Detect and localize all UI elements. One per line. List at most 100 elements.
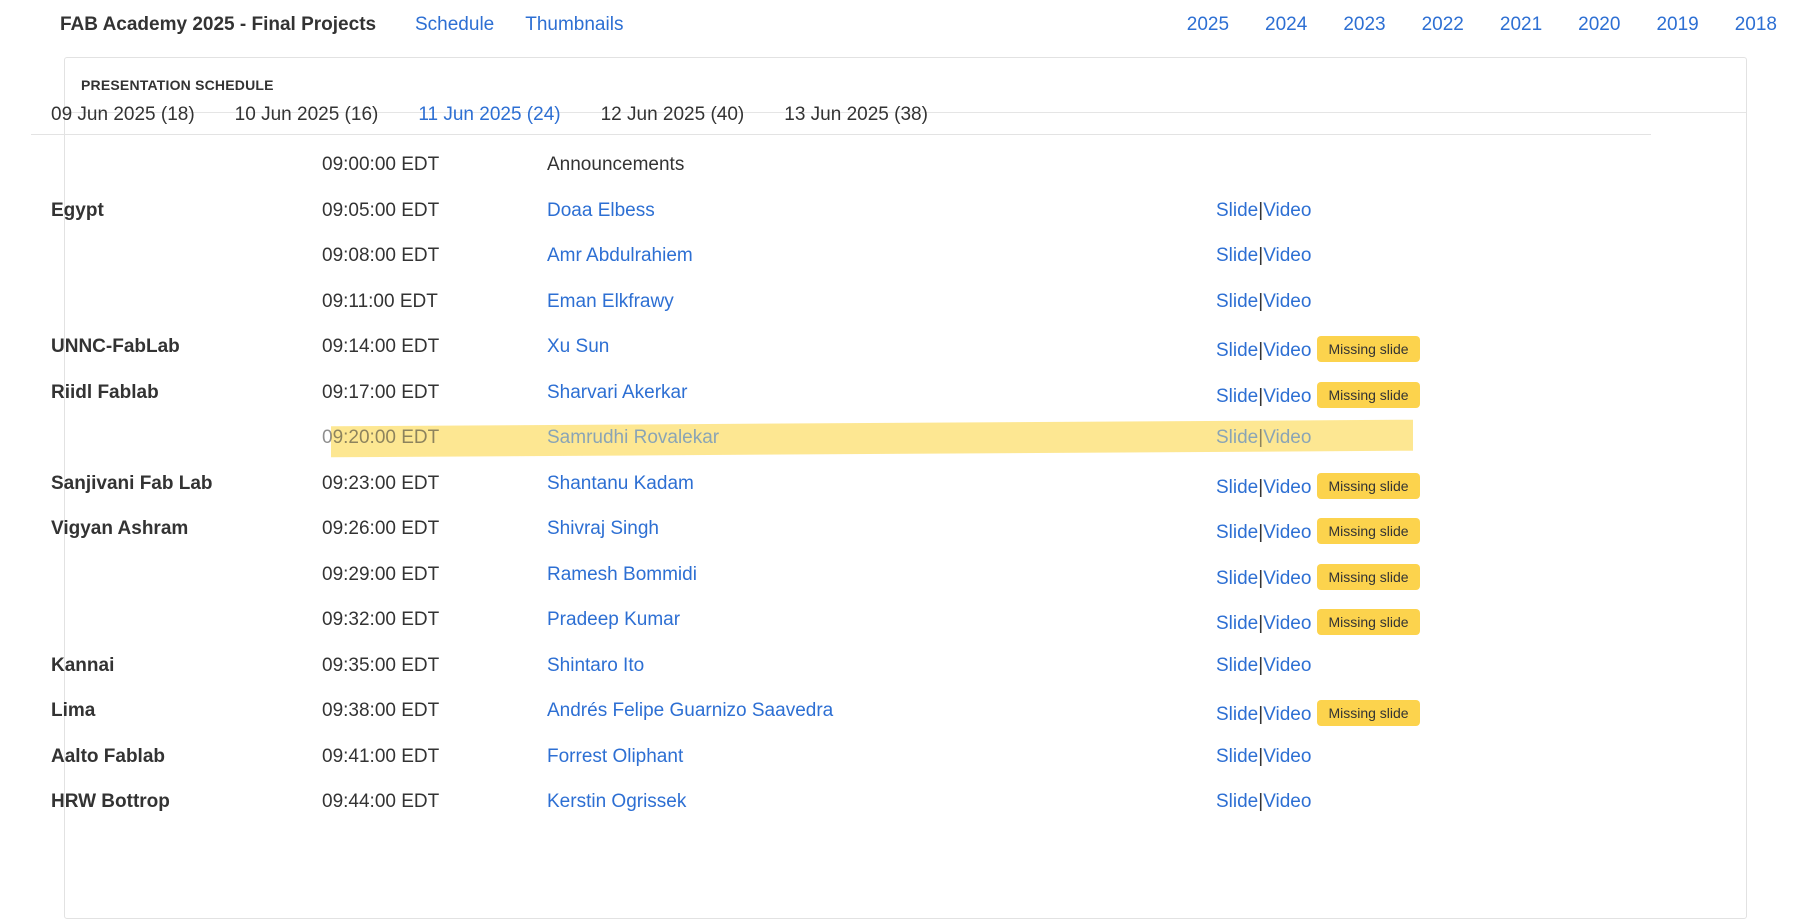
student-name-link[interactable]: Samrudhi Rovalekar [547,427,719,449]
slide-link[interactable]: Slide [1216,477,1258,498]
student-name-link[interactable]: Shantanu Kadam [547,473,694,495]
video-link[interactable]: Video [1263,704,1311,725]
slide-link[interactable]: Slide [1216,386,1258,407]
slide-link[interactable]: Slide [1216,427,1258,448]
presentation-time: 09:38:00 EDT [322,700,440,721]
presentation-time: 09:11:00 EDT [322,290,438,312]
video-link[interactable]: Video [1263,746,1311,767]
main-nav: Schedule Thumbnails [415,14,623,36]
video-link[interactable]: Video [1263,340,1311,361]
table-row: 09:11:00 EDT Eman Elkfrawy Slide|Video [51,280,1631,326]
table-row: Lima 09:38:00 EDT Andrés Felipe Guarnizo S… [51,689,1631,735]
year-link-2018[interactable]: 2018 [1735,14,1777,36]
slide-link[interactable]: Slide [1216,568,1258,589]
slide-link[interactable]: Slide [1216,704,1258,725]
presentation-time: 09:20:00 EDT [322,427,440,448]
table-row: UNNC-FabLab 09:14:00 EDT Xu Sun Slide|Video… [51,325,1631,371]
media-links: Slide|Video [1216,655,1311,677]
slide-link[interactable]: Slide [1216,522,1258,543]
student-name-link[interactable]: Sharvari Akerkar [547,382,687,404]
lab-name: Vigyan Ashram [51,518,189,539]
slide-link[interactable]: Slide [1216,746,1258,767]
student-name-link[interactable]: Shivraj Singh [547,518,659,540]
media-links: Slide|Video Missing slide [1216,518,1420,544]
video-link[interactable]: Video [1263,655,1311,676]
tab-day-4[interactable]: 12 Jun 2025 (40) [581,97,765,134]
slide-link[interactable]: Slide [1216,245,1258,266]
video-link[interactable]: Video [1263,245,1311,266]
slide-link[interactable]: Slide [1216,791,1258,812]
date-tabs: 09 Jun 2025 (18) 10 Jun 2025 (16) 11 Jun 2… [31,97,1651,135]
lab-name: Riidl Fablab [51,381,159,403]
video-link[interactable]: Video [1263,522,1311,543]
video-link[interactable]: Video [1263,568,1311,589]
lab-name: Sanjivani Fab Lab [51,472,213,494]
media-links: Slide|Video [1216,791,1311,813]
missing-slide-badge: Missing slide [1317,518,1420,544]
table-row: 09:20:00 EDT Samrudhi Rovalekar Slide|Vide… [51,416,1631,462]
slide-link[interactable]: Slide [1216,340,1258,361]
table-row: Egypt 09:05:00 EDT Doaa Elbess Slide|Video [51,189,1631,235]
presentation-time: 09:44:00 EDT [322,791,440,812]
tab-day-3[interactable]: 11 Jun 2025 (24) [398,97,580,134]
brand-title[interactable]: FAB Academy 2025 - Final Projects [60,14,376,36]
year-link-2020[interactable]: 2020 [1578,14,1620,36]
video-link[interactable]: Video [1263,613,1311,634]
media-links: Slide|Video Missing slide [1216,563,1420,590]
tab-day-5[interactable]: 13 Jun 2025 (38) [764,97,948,134]
media-links: Slide|Video Missing slide [1216,609,1420,635]
year-link-2021[interactable]: 2021 [1500,14,1542,36]
nav-thumbnails-link[interactable]: Thumbnails [525,14,623,36]
student-name-link[interactable]: Doaa Elbess [547,200,655,222]
tab-day-1[interactable]: 09 Jun 2025 (18) [31,97,215,134]
agenda-item: Announcements [547,154,685,175]
slide-link[interactable]: Slide [1216,291,1258,312]
slide-link[interactable]: Slide [1216,655,1258,676]
presentation-time: 09:23:00 EDT [322,472,440,494]
schedule-table: 09:00:00 EDT Announcements Egypt 09:05:00 E… [51,143,1631,826]
media-links: Slide|Video [1216,245,1311,267]
table-row: HRW Bottrop 09:44:00 EDT Kerstin Ogrissek S… [51,780,1631,826]
table-row: 09:32:00 EDT Pradeep Kumar Slide|Video Miss… [51,598,1631,644]
student-name-link[interactable]: Xu Sun [547,336,609,358]
media-links: Slide|Video Missing slide [1216,472,1420,499]
video-link[interactable]: Video [1263,291,1311,312]
video-link[interactable]: Video [1263,200,1311,221]
table-row: Riidl Fablab 09:17:00 EDT Sharvari Akerkar… [51,371,1631,417]
tab-day-2[interactable]: 10 Jun 2025 (16) [215,97,399,134]
top-navbar: FAB Academy 2025 - Final Projects Schedu… [0,0,1793,50]
year-link-2024[interactable]: 2024 [1265,14,1307,36]
table-row: 09:29:00 EDT Ramesh Bommidi Slide|Video Mis… [51,553,1631,599]
student-name-link[interactable]: Eman Elkfrawy [547,291,674,313]
media-links: Slide|Video [1216,746,1311,768]
student-name-link[interactable]: Amr Abdulrahiem [547,245,693,267]
video-link[interactable]: Video [1263,477,1311,498]
student-name-link[interactable]: Ramesh Bommidi [547,564,697,586]
missing-slide-badge: Missing slide [1317,336,1420,362]
presentation-time: 09:00:00 EDT [322,154,440,175]
table-row: Vigyan Ashram 09:26:00 EDT Shivraj Singh Sl… [51,507,1631,553]
year-link-2019[interactable]: 2019 [1656,14,1698,36]
lab-name: UNNC-FabLab [51,336,180,357]
slide-link[interactable]: Slide [1216,613,1258,634]
presentation-time: 09:29:00 EDT [322,563,440,585]
nav-schedule-link[interactable]: Schedule [415,14,494,36]
video-link[interactable]: Video [1263,791,1311,812]
year-link-2023[interactable]: 2023 [1343,14,1385,36]
year-link-2022[interactable]: 2022 [1422,14,1464,36]
lab-name: HRW Bottrop [51,791,170,812]
missing-slide-badge: Missing slide [1317,472,1420,499]
video-link[interactable]: Video [1263,427,1311,448]
table-row: 09:08:00 EDT Amr Abdulrahiem Slide|Video [51,234,1631,280]
lab-name: Kannai [51,654,115,676]
year-link-2025[interactable]: 2025 [1187,14,1229,36]
student-name-link[interactable]: Kerstin Ogrissek [547,791,686,813]
student-name-link[interactable]: Forrest Oliphant [547,746,683,768]
student-name-link[interactable]: Pradeep Kumar [547,609,680,631]
student-name-link[interactable]: Andrés Felipe Guarnizo Saavedra [547,700,833,722]
missing-slide-badge: Missing slide [1317,609,1420,635]
slide-link[interactable]: Slide [1216,200,1258,221]
media-links: Slide|Video Missing slide [1216,336,1420,362]
student-name-link[interactable]: Shintaro Ito [547,655,644,677]
video-link[interactable]: Video [1263,386,1311,407]
